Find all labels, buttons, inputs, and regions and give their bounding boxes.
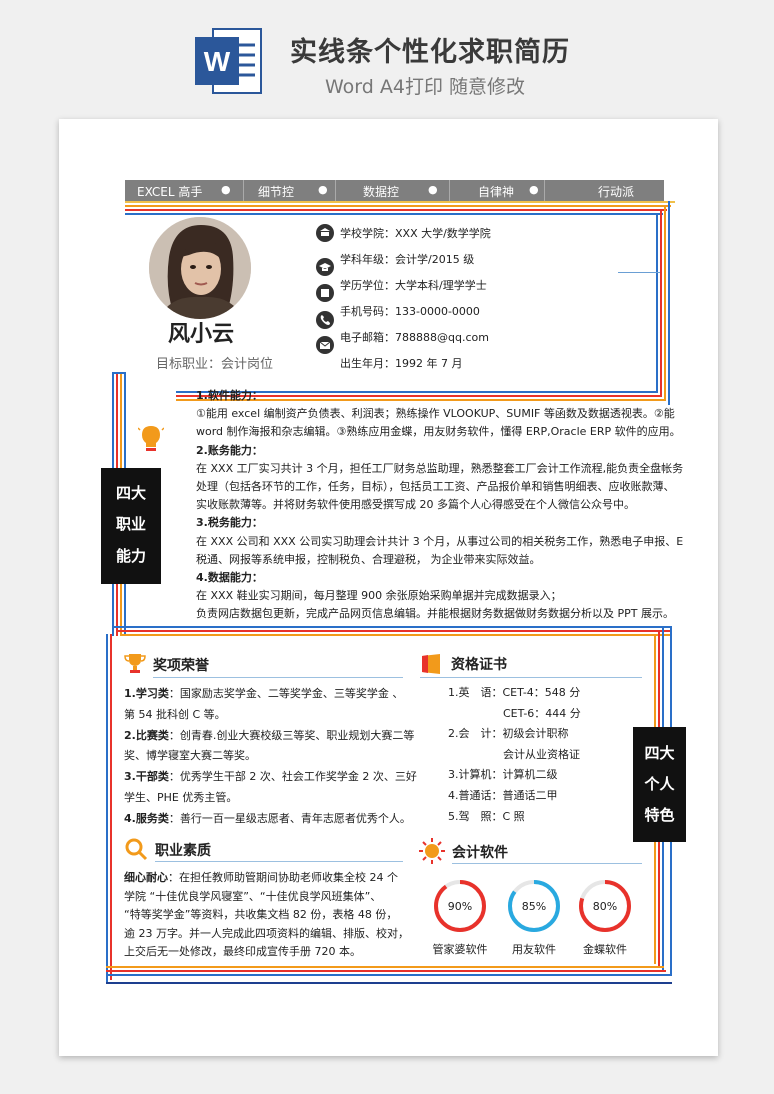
info-email: 电子邮箱：788888@qq.com [340, 331, 489, 344]
certificate-line: 4.普通话：普通话二甲 [448, 789, 558, 802]
certificates-title: 资格证书 [451, 657, 507, 673]
top-tags-bar: EXCEL 高手 ● 细节控 ● 数据控 ● 自律神 ● 行动派 [125, 180, 664, 201]
award-line: 2.比赛类：创青春.创业大赛校级三等奖、职业规划大赛二等 [124, 728, 415, 742]
quality-line: 逾 23 万字。并一人完成此四项资料的编辑、排版、校对， [124, 926, 409, 940]
award-line: 奖、博学寝室大赛二等奖。 [124, 749, 256, 763]
ability-line: 税通、网报等系统申报，控制税负、合理避税， 为企业带来实际效益。 [196, 552, 541, 566]
info-major: 学科年级：会计学/2015 级 [340, 253, 475, 266]
certificate-icon [422, 654, 440, 674]
tag-data: 数据控 [363, 185, 400, 199]
abilities-side-label: 四大 职业 能力 [101, 468, 161, 584]
sun-icon [419, 838, 445, 864]
profile-photo [149, 217, 251, 319]
skill-ring: 85% [508, 880, 560, 932]
quality-line: 上交后无一处修改，最终印成宣传手册 720 本。 [124, 945, 361, 958]
ability-line: 在 XXX 工厂实习共计 3 个月，担任工厂财务总监助理，熟悉整套工厂会计工作流… [196, 461, 684, 475]
svg-text:W: W [204, 46, 231, 77]
profile-target: 目标职业：会计岗位 [156, 357, 274, 372]
ability-line: 实收账款薄等。并将财务软件使用感受撰写成 20 多篇个人心得感受在个人微信公众号… [196, 498, 635, 512]
info-degree: 学历学位：大学本科/理学学士 [340, 279, 487, 292]
banner: W 实线条个性化求职简历 Word A4打印 随意修改 [0, 0, 774, 118]
dot-icon: ● [221, 183, 231, 196]
info-school: 学校学院：XXX 大学/数学学院 [340, 227, 491, 240]
quality-line: “特等奖学金”等资料，共收集文档 82 份，表格 48 份， [124, 908, 398, 921]
skill-ring: 90% [434, 880, 486, 932]
skill-ring: 80% [579, 880, 631, 932]
ability-line: ①能用 excel 编制资产负债表、利润表；熟练操作 VLOOKUP、SUMIF… [196, 407, 675, 421]
info-birth: 出生年月：1992 年 7 月 [340, 357, 463, 370]
certificate-line: 5.驾 照：C 照 [448, 809, 525, 823]
skill-name: 金蝶软件 [583, 943, 627, 956]
ability-heading: 1.软件能力： [196, 389, 263, 402]
ability-line: 负责网店数据包更新，完成产品网页信息编辑。并能根据财务数据做财务数据分析以及 P… [196, 607, 674, 621]
skill-percent: 85% [522, 900, 546, 913]
lightbulb-icon [138, 426, 164, 451]
ability-heading: 2.账务能力： [196, 443, 263, 457]
school-icon [316, 224, 334, 242]
quality-line: ：在担任教师助管期间协助老师收集全校 24 个 [168, 871, 398, 884]
award-line: 第 54 批科创 C 等。 [124, 707, 226, 721]
certificate-line: 2.会 计：初级会计职称 [448, 727, 569, 741]
skill-percent: 80% [593, 900, 617, 913]
word-icon: W [195, 28, 262, 94]
dot-icon: ● [529, 183, 539, 196]
trophy-icon [124, 654, 146, 673]
award-line: 1.学习类：国家励志奖学金、二等奖学金、三等奖学金 、 [124, 687, 404, 700]
phone-icon [316, 311, 334, 329]
dot-icon: ● [428, 183, 438, 196]
banner-subtitle: Word A4打印 随意修改 [325, 76, 526, 98]
quality-line: 学院 “十佳优良学风寝室”、“十佳优良学风班集体”、 [124, 889, 382, 903]
tag-detail: 细节控 [258, 185, 295, 199]
ability-line: 在 XXX 鞋业实习期间，每月整理 900 余张原始采购单据并完成数据录入； [196, 589, 562, 603]
award-line: 4.服务类：善行一百一星级志愿者、青年志愿者优秀个人。 [124, 811, 411, 825]
certificate-line: 1.英 语：CET-4：548 分 [448, 686, 581, 699]
graduation-cap-icon [316, 258, 334, 276]
ability-line: word 制作海报和杂志编辑。③熟练应用金蝶，用友财务软件，懂得 ERP,Ora… [196, 425, 681, 439]
magnifier-icon [125, 838, 148, 861]
certificate-line: 3.计算机：计算机二级 [448, 768, 558, 782]
tag-discipline: 自律神 [478, 185, 515, 199]
certificate-line: 会计从业资格证 [448, 747, 580, 761]
tag-action: 行动派 [598, 185, 635, 199]
skill-percent: 90% [448, 900, 472, 913]
profile-name: 风小云 [168, 322, 235, 347]
ability-heading: 4.数据能力： [196, 571, 263, 584]
ability-heading: 3.税务能力： [196, 516, 263, 530]
ability-line: 处理（包括各环节的工作，任务，目标），包括员工工资、产品报价单和销售明细表、应收… [196, 480, 675, 493]
software-title: 会计软件 [452, 845, 508, 861]
award-line: 3.干部类：优秀学生干部 2 次、社会工作奖学金 2 次、三好 [124, 770, 417, 784]
quality-label: 细心耐心 [124, 871, 168, 884]
awards-title: 奖项荣誉 [153, 658, 209, 674]
tag-excel: EXCEL 高手 [137, 185, 203, 199]
quality-title: 职业素质 [155, 843, 211, 859]
ability-line: 在 XXX 公司和 XXX 公司实习助理会计共计 3 个月，从事过公司的相关税务… [196, 534, 684, 548]
award-line: 学生、PHE 优秀主管。 [124, 791, 238, 804]
dot-icon: ● [318, 183, 328, 196]
banner-title: 实线条个性化求职简历 [290, 37, 570, 68]
info-phone: 手机号码：133-0000-0000 [340, 305, 480, 318]
certificate-line: CET-6：444 分 [448, 706, 581, 720]
personal-side-label: 四大 个人 特色 [633, 727, 686, 842]
